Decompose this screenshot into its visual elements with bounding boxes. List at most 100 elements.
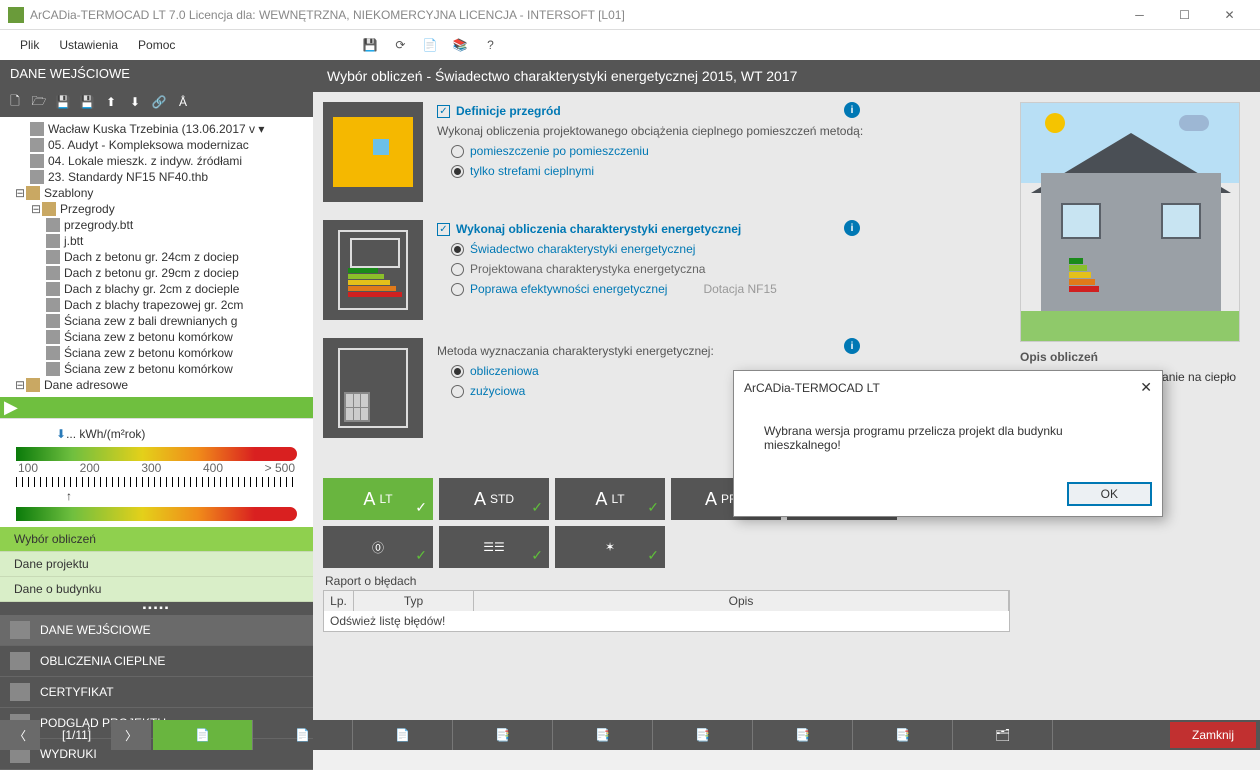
cad-icon[interactable]: Å xyxy=(172,91,194,113)
sub-wybor[interactable]: Wybór obliczeń xyxy=(0,527,313,552)
info-icon[interactable]: i xyxy=(844,338,860,354)
open-icon[interactable]: 🗁 xyxy=(28,91,50,113)
tree-item[interactable]: Ściana zew z betonu komórkow xyxy=(0,345,313,361)
save-icon[interactable]: 💾 xyxy=(357,32,383,58)
sun-icon xyxy=(1045,113,1065,133)
tree-item[interactable]: ⊟Przegrody xyxy=(0,201,313,217)
status-icon-3[interactable]: 📄 xyxy=(353,720,453,750)
project-tree[interactable]: Wacław Kuska Trzebinia (13.06.2017 v ▾ 0… xyxy=(0,117,313,397)
link-definicje[interactable]: Definicje przegród xyxy=(456,104,561,118)
next-page-button[interactable]: 〉 xyxy=(111,720,151,750)
radio-pomieszczenie[interactable] xyxy=(451,145,464,158)
energy-indicator: ⬇... kWh/(m²rok) 100 200 300 400 > 500 ↑ xyxy=(0,418,313,527)
radio-zuzyciowa[interactable] xyxy=(451,385,464,398)
center-header: Wybór obliczeń - Świadectwo charakteryst… xyxy=(313,60,1260,92)
sub-dane-projektu[interactable]: Dane projektu xyxy=(0,552,313,577)
menu-bar: Plik Ustawienia Pomoc 💾 ⟳ 📄 📚 ? xyxy=(0,30,1260,60)
nav-obliczenia[interactable]: OBLICZENIA CIEPLNE xyxy=(0,646,313,677)
status-icon-6[interactable]: 📑 xyxy=(653,720,753,750)
app-logo xyxy=(8,7,24,23)
tile-fan[interactable]: ✶✓ xyxy=(555,526,665,568)
tree-item[interactable]: Ściana zew z betonu komórkow xyxy=(0,361,313,377)
radio-strefami[interactable] xyxy=(451,165,464,178)
tree-item[interactable]: Dach z blachy trapezowej gr. 2cm xyxy=(0,297,313,313)
tree-item[interactable]: 23. Standardy NF15 NF40.thb xyxy=(0,169,313,185)
method-icon xyxy=(323,338,423,438)
dialog-close-icon[interactable]: ✕ xyxy=(1140,379,1152,396)
doc-icon[interactable]: 📄 xyxy=(417,32,443,58)
tile-coin[interactable]: ⓪✓ xyxy=(323,526,433,568)
status-bar: 〈 [1/11] 〉 📄 📄 📄 📑 📑 📑 📑 📑 🗂 Zamknij xyxy=(0,720,1260,750)
tree-item[interactable]: Ściana zew z bali drewnianych g xyxy=(0,313,313,329)
green-strip: ▶ xyxy=(0,397,313,418)
status-icon-9[interactable]: 🗂 xyxy=(953,720,1053,750)
status-icon-8[interactable]: 📑 xyxy=(853,720,953,750)
left-header: DANE WEJŚCIOWE xyxy=(0,60,313,87)
refresh-icon[interactable]: ⟳ xyxy=(387,32,413,58)
tree-item[interactable]: 04. Lokale mieszk. z indyw. źródłami xyxy=(0,153,313,169)
tile-lt[interactable]: ALT✓ xyxy=(323,478,433,520)
page-indicator: [1/11] xyxy=(42,728,111,742)
status-icon-4[interactable]: 📑 xyxy=(453,720,553,750)
radio-swiadectwo[interactable] xyxy=(451,243,464,256)
ok-button[interactable]: OK xyxy=(1067,482,1152,506)
maximize-button[interactable]: ☐ xyxy=(1162,1,1207,29)
tile-lt2[interactable]: ALT✓ xyxy=(555,478,665,520)
page-icon xyxy=(10,621,30,639)
status-icon-7[interactable]: 📑 xyxy=(753,720,853,750)
nav-certyfikat[interactable]: CERTYFIKAT xyxy=(0,677,313,708)
sub-dane-budynku[interactable]: Dane o budynku xyxy=(0,577,313,602)
radiator-icon: ☰☰ xyxy=(483,540,505,554)
link-icon[interactable]: 🔗 xyxy=(148,91,170,113)
tree-item[interactable]: przegrody.btt xyxy=(0,217,313,233)
section3-title: Metoda wyznaczania charakterystyki energ… xyxy=(437,344,1010,358)
new-file-icon[interactable]: 🗋 xyxy=(4,91,26,113)
tree-item[interactable]: Wacław Kuska Trzebinia (13.06.2017 v ▾ xyxy=(0,121,313,137)
link-wykonaj[interactable]: Wykonaj obliczenia charakterystyki energ… xyxy=(456,222,741,236)
list-icon xyxy=(10,652,30,670)
export-icon[interactable]: ⬆ xyxy=(100,91,122,113)
saveas-icon[interactable]: 💾 xyxy=(76,91,98,113)
import-icon[interactable]: ⬇ xyxy=(124,91,146,113)
zamknij-button[interactable]: Zamknij xyxy=(1170,722,1256,748)
tile-std[interactable]: ASTD✓ xyxy=(439,478,549,520)
cert-icon xyxy=(10,683,30,701)
tile-radiator[interactable]: ☰☰✓ xyxy=(439,526,549,568)
refresh-errors[interactable]: Odśwież listę błędów! xyxy=(324,611,1009,631)
info-icon[interactable]: i xyxy=(844,102,860,118)
tree-item[interactable]: j.btt xyxy=(0,233,313,249)
checkbox-definicje[interactable]: ✓ xyxy=(437,105,450,118)
prev-page-button[interactable]: 〈 xyxy=(0,720,40,750)
window-title: ArCADia-TERMOCAD LT 7.0 Licencja dla: WE… xyxy=(30,8,1117,22)
tree-item[interactable]: ⊟Szablony xyxy=(0,185,313,201)
status-icon-2[interactable]: 📄 xyxy=(253,720,353,750)
radio-poprawa[interactable] xyxy=(451,283,464,296)
book-icon[interactable]: 📚 xyxy=(447,32,473,58)
col-typ: Typ xyxy=(354,591,474,611)
save-disk-icon[interactable]: 💾 xyxy=(52,91,74,113)
tree-item[interactable]: ⊟Dane adresowe xyxy=(0,377,313,393)
close-window-button[interactable]: ✕ xyxy=(1207,1,1252,29)
tree-item[interactable]: Dach z blachy gr. 2cm z docieple xyxy=(0,281,313,297)
radio-projektowana[interactable] xyxy=(451,263,464,276)
cloud-icon xyxy=(1179,115,1209,131)
checkbox-wykonaj[interactable]: ✓ xyxy=(437,223,450,236)
status-icon-5[interactable]: 📑 xyxy=(553,720,653,750)
menu-ustawienia[interactable]: Ustawienia xyxy=(49,34,128,56)
menu-pomoc[interactable]: Pomoc xyxy=(128,34,185,56)
radio-obliczeniowa[interactable] xyxy=(451,365,464,378)
fan-icon: ✶ xyxy=(605,540,615,554)
left-toolbar: 🗋 🗁 💾 💾 ⬆ ⬇ 🔗 Å xyxy=(0,87,313,117)
minimize-button[interactable]: ─ xyxy=(1117,1,1162,29)
nav-dane-wejsciowe[interactable]: DANE WEJŚCIOWE xyxy=(0,615,313,646)
energy-cert-icon xyxy=(323,220,423,320)
tree-item[interactable]: Dach z betonu gr. 24cm z dociep xyxy=(0,249,313,265)
menu-plik[interactable]: Plik xyxy=(10,34,49,56)
splitter[interactable]: ▪▪▪▪▪ xyxy=(0,602,313,615)
info-icon[interactable]: i xyxy=(844,220,860,236)
tree-item[interactable]: Dach z betonu gr. 29cm z dociep xyxy=(0,265,313,281)
help-icon[interactable]: ? xyxy=(477,32,503,58)
tree-item[interactable]: Ściana zew z betonu komórkow xyxy=(0,329,313,345)
tree-item[interactable]: 05. Audyt - Kompleksowa modernizac xyxy=(0,137,313,153)
status-icon-1[interactable]: 📄 xyxy=(153,720,253,750)
